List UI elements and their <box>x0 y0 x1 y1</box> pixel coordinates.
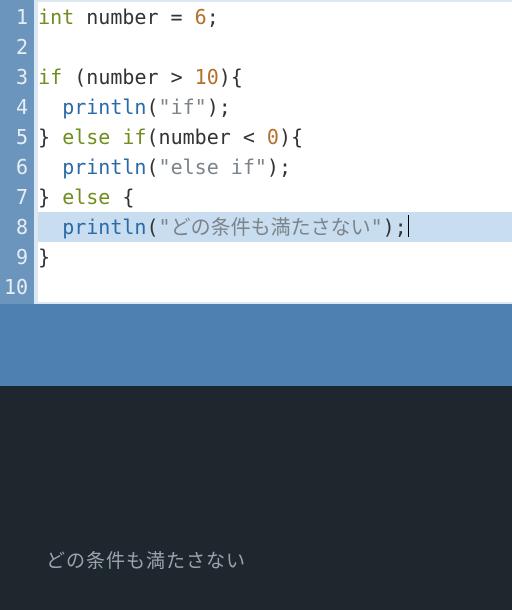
code-line[interactable]: println("else if"); <box>38 152 512 182</box>
token-fn: println <box>62 95 146 119</box>
code-line[interactable] <box>38 272 512 302</box>
token-ws <box>38 215 62 239</box>
code-line[interactable]: } <box>38 242 512 272</box>
code-editor[interactable]: 12345678910 int number = 6;if (number > … <box>0 0 512 304</box>
token-kw: else if <box>62 125 146 149</box>
token-kw: if <box>38 65 62 89</box>
token-num: 0 <box>267 125 279 149</box>
line-number: 8 <box>4 212 28 242</box>
console-output-line: どの条件も満たさない <box>46 551 246 572</box>
token-str: "if" <box>159 95 207 119</box>
token-punc: ( <box>146 95 158 119</box>
token-op: > <box>159 65 195 89</box>
token-punc: } <box>38 245 50 269</box>
line-number: 9 <box>4 242 28 272</box>
line-number: 10 <box>4 272 28 302</box>
token-str: "どの条件も満たさない" <box>159 215 383 239</box>
line-number: 7 <box>4 182 28 212</box>
token-str: "else if" <box>159 155 267 179</box>
token-punc: ); <box>207 95 231 119</box>
line-number: 5 <box>4 122 28 152</box>
token-ws <box>38 95 62 119</box>
token-punc: ); <box>267 155 291 179</box>
token-punc: ( <box>146 125 158 149</box>
token-num: 10 <box>195 65 219 89</box>
token-id: number <box>86 65 158 89</box>
token-punc: ); <box>383 215 407 239</box>
code-line[interactable] <box>38 32 512 62</box>
line-number: 2 <box>4 32 28 62</box>
token-punc: } <box>38 125 62 149</box>
token-id: number <box>86 5 158 29</box>
text-cursor <box>408 215 409 237</box>
token-op: = <box>159 5 195 29</box>
code-line[interactable]: println("if"); <box>38 92 512 122</box>
token-ws <box>74 5 86 29</box>
token-ws <box>38 155 62 179</box>
token-id: number <box>159 125 231 149</box>
code-line[interactable]: } else { <box>38 182 512 212</box>
code-line[interactable]: println("どの条件も満たさない"); <box>38 212 512 242</box>
token-punc: ){ <box>279 125 303 149</box>
token-num: 6 <box>195 5 207 29</box>
code-line[interactable]: if (number > 10){ <box>38 62 512 92</box>
console-output-panel: どの条件も満たさない <box>0 386 512 610</box>
token-punc: { <box>110 185 134 209</box>
token-punc: ; <box>207 5 219 29</box>
line-number: 1 <box>4 2 28 32</box>
panel-divider <box>0 304 512 386</box>
token-punc: ( <box>146 215 158 239</box>
code-area[interactable]: int number = 6;if (number > 10){ println… <box>34 0 512 304</box>
line-number: 4 <box>4 92 28 122</box>
line-number: 6 <box>4 152 28 182</box>
token-punc: } <box>38 185 62 209</box>
token-fn: println <box>62 155 146 179</box>
code-line[interactable]: } else if(number < 0){ <box>38 122 512 152</box>
line-number-gutter: 12345678910 <box>0 0 34 304</box>
token-punc: ( <box>62 65 86 89</box>
token-op: < <box>231 125 267 149</box>
token-punc: ){ <box>219 65 243 89</box>
token-kw: else <box>62 185 110 209</box>
token-kw: int <box>38 5 74 29</box>
token-punc: ( <box>146 155 158 179</box>
line-number: 3 <box>4 62 28 92</box>
code-line[interactable]: int number = 6; <box>38 2 512 32</box>
token-fn: println <box>62 215 146 239</box>
